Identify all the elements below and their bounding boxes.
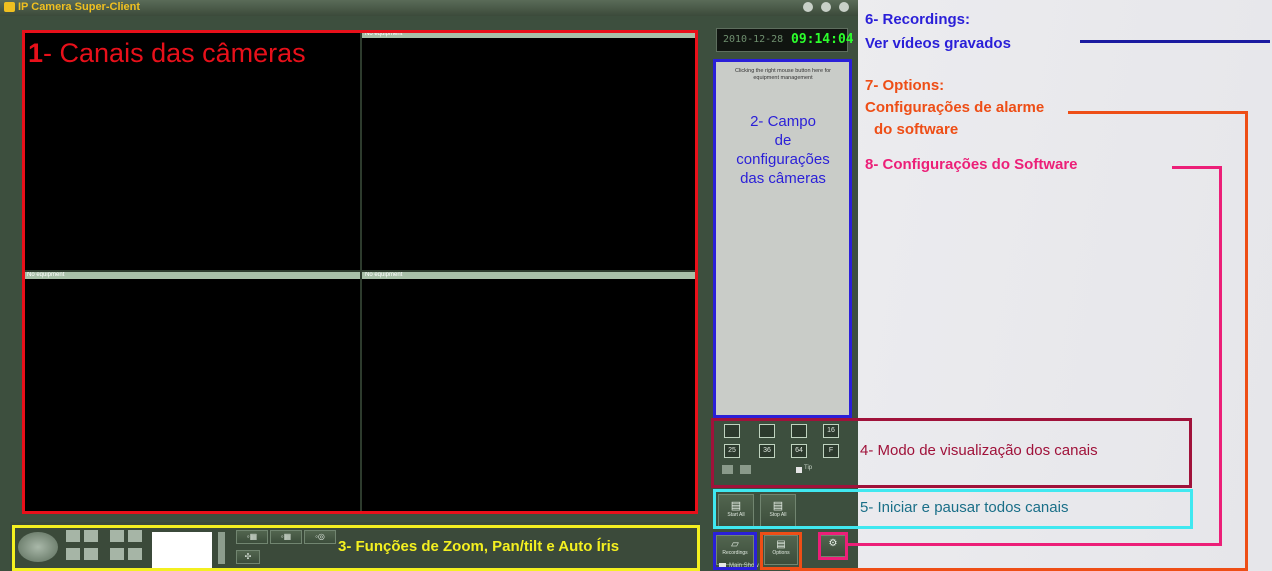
annotation-8-connector xyxy=(1172,166,1222,169)
annotation-3: 3- Funções de Zoom, Pan/tilt e Auto Íris xyxy=(338,538,620,555)
annotation-2: 2- Campo de configurações das câmeras xyxy=(714,112,852,188)
annotation-box-8 xyxy=(818,532,848,560)
close-icon[interactable] xyxy=(839,2,849,12)
annotation-8-connector xyxy=(848,543,1222,546)
maximize-icon[interactable] xyxy=(821,2,831,12)
annotation-7-connector xyxy=(1245,111,1248,571)
annotation-2-line: de xyxy=(774,132,792,149)
annotation-7-line1: 7- Options: xyxy=(865,77,945,94)
clock-date: 2010-12-28 xyxy=(723,34,784,45)
clock-display: 2010-12-28 09:14:04 xyxy=(716,28,854,52)
annotation-1-text: - Canais das câmeras xyxy=(43,38,306,68)
annotation-7-connector xyxy=(1068,111,1248,114)
camera-logo-icon xyxy=(4,2,15,12)
annotation-4: 4- Modo de visualização dos canais xyxy=(860,442,1098,459)
annotation-1-number: 1 xyxy=(28,38,44,68)
annotation-2-line: configurações xyxy=(736,151,830,168)
annotation-7-line2: Configurações de alarme xyxy=(865,99,1045,116)
annotation-box-6 xyxy=(713,532,757,570)
annotation-box-7 xyxy=(760,532,802,570)
annotation-6-line1: 6- Recordings: xyxy=(865,11,971,28)
annotation-6-connector xyxy=(1080,40,1270,43)
annotation-8-connector xyxy=(1219,166,1222,546)
title-bar: IP Camera Super-Client xyxy=(0,0,858,16)
annotation-6-line2: Ver vídeos gravados xyxy=(865,35,1011,52)
annotation-8: 8- Configurações do Software xyxy=(865,156,1078,173)
annotation-2-line: das câmeras xyxy=(740,170,826,187)
annotation-box-1 xyxy=(22,30,698,514)
annotation-7-line3: do software xyxy=(874,121,959,138)
annotation-2-line: 2- Campo xyxy=(750,113,816,130)
clock-time: 09:14:04 xyxy=(791,32,854,47)
window-title: IP Camera Super-Client xyxy=(18,1,141,13)
minimize-icon[interactable] xyxy=(803,2,813,12)
annotation-1: 1- Canais das câmeras xyxy=(28,38,306,69)
annotation-5: 5- Iniciar e pausar todos canais xyxy=(860,499,1069,516)
